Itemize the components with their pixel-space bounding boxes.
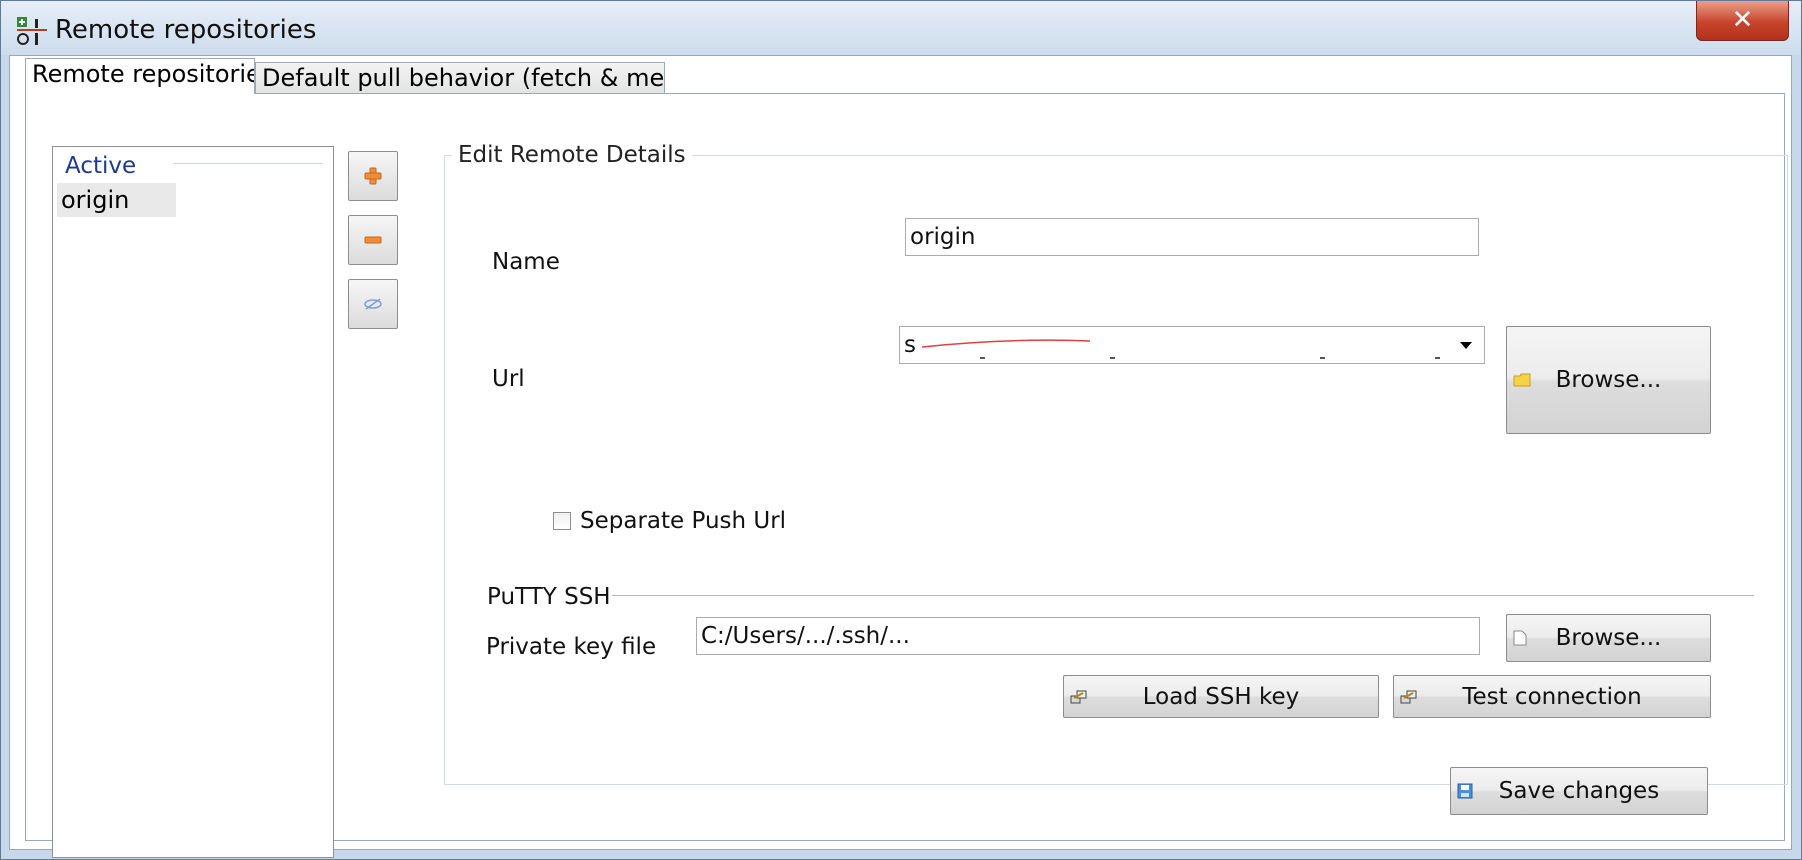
separate-push-url-checkbox[interactable]: [553, 512, 571, 530]
browse-url-button[interactable]: Browse...: [1506, 326, 1711, 434]
private-key-file-input[interactable]: C:/Users/.../.ssh/...: [696, 617, 1480, 655]
url-value: s: [904, 332, 916, 358]
group-header-divider: [173, 163, 323, 164]
url-label: Url: [492, 366, 525, 392]
git-extensions-icon: [17, 17, 47, 45]
save-changes-label: Save changes: [1498, 778, 1660, 804]
edit-remote-details-title: Edit Remote Details: [452, 142, 692, 168]
folder-icon: [1513, 373, 1531, 387]
separate-push-url-label: Separate Push Url: [580, 508, 787, 534]
putty-ssh-section-label: PuTTY SSH: [487, 584, 611, 610]
private-key-file-label: Private key file: [486, 634, 657, 660]
putty-connection-icon: [1400, 690, 1417, 703]
list-item[interactable]: origin: [57, 183, 176, 217]
toggle-disable-icon: [364, 298, 382, 310]
remove-remote-button[interactable]: [348, 215, 398, 265]
tab-page-remote-repositories: Active origin Edit Remote Details Name o…: [25, 93, 1788, 858]
browse-private-key-button[interactable]: Browse...: [1506, 614, 1711, 662]
dialog-client-area: Remote repositories Default pull behavio…: [9, 55, 1792, 858]
chevron-down-icon[interactable]: [1460, 342, 1472, 349]
tab-remote-repositories[interactable]: Remote repositories: [25, 58, 255, 94]
list-group-header: Active: [65, 153, 137, 179]
remove-icon: [364, 236, 382, 244]
putty-key-icon: [1070, 690, 1087, 703]
add-icon: [364, 167, 382, 185]
close-icon: ✕: [1731, 5, 1754, 35]
browse-url-label: Browse...: [1555, 367, 1662, 393]
remotes-list[interactable]: Active origin: [52, 146, 334, 858]
redaction-mark: [921, 339, 1440, 359]
add-remote-button[interactable]: [348, 151, 398, 201]
toggle-remote-button[interactable]: [348, 279, 398, 329]
name-input[interactable]: origin: [905, 218, 1479, 256]
test-connection-label: Test connection: [1462, 683, 1642, 710]
browse-private-key-label: Browse...: [1555, 625, 1662, 651]
file-icon: [1513, 630, 1527, 646]
save-icon: [1457, 783, 1473, 799]
save-changes-button[interactable]: Save changes: [1450, 767, 1708, 815]
putty-ssh-divider: [612, 595, 1754, 596]
load-ssh-key-button[interactable]: Load SSH key: [1063, 675, 1379, 718]
close-button[interactable]: ✕: [1696, 1, 1789, 41]
remote-repositories-window: Remote repositories ✕ Remote repositorie…: [0, 0, 1802, 860]
title-bar: Remote repositories ✕: [1, 1, 1801, 55]
url-combobox[interactable]: s: [899, 326, 1485, 364]
load-ssh-key-label: Load SSH key: [1142, 683, 1300, 710]
window-title: Remote repositories: [55, 15, 317, 45]
name-label: Name: [492, 249, 560, 275]
test-connection-button[interactable]: Test connection: [1393, 675, 1711, 718]
tab-default-pull-behavior[interactable]: Default pull behavior (fetch & merge): [255, 62, 665, 96]
